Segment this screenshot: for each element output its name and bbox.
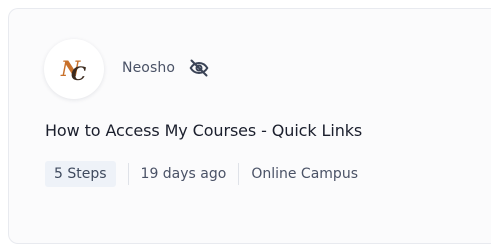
source-logo-avatar: N C [44,39,104,99]
meta-row: 5 Steps 19 days ago Online Campus [45,161,358,187]
svg-text:C: C [71,63,86,85]
guide-title[interactable]: How to Access My Courses - Quick Links [45,121,362,140]
source-row: Neosho [122,58,209,78]
source-name[interactable]: Neosho [122,60,175,76]
campus-label: Online Campus [251,166,358,182]
guide-card[interactable]: N C Neosho How to Access My Courses - Qu… [8,8,491,244]
steps-badge: 5 Steps [45,161,116,187]
meta-divider [238,163,240,185]
eye-off-icon[interactable] [189,58,209,78]
meta-divider [127,163,129,185]
updated-time: 19 days ago [140,166,227,182]
nc-logo-icon: N C [60,56,86,85]
